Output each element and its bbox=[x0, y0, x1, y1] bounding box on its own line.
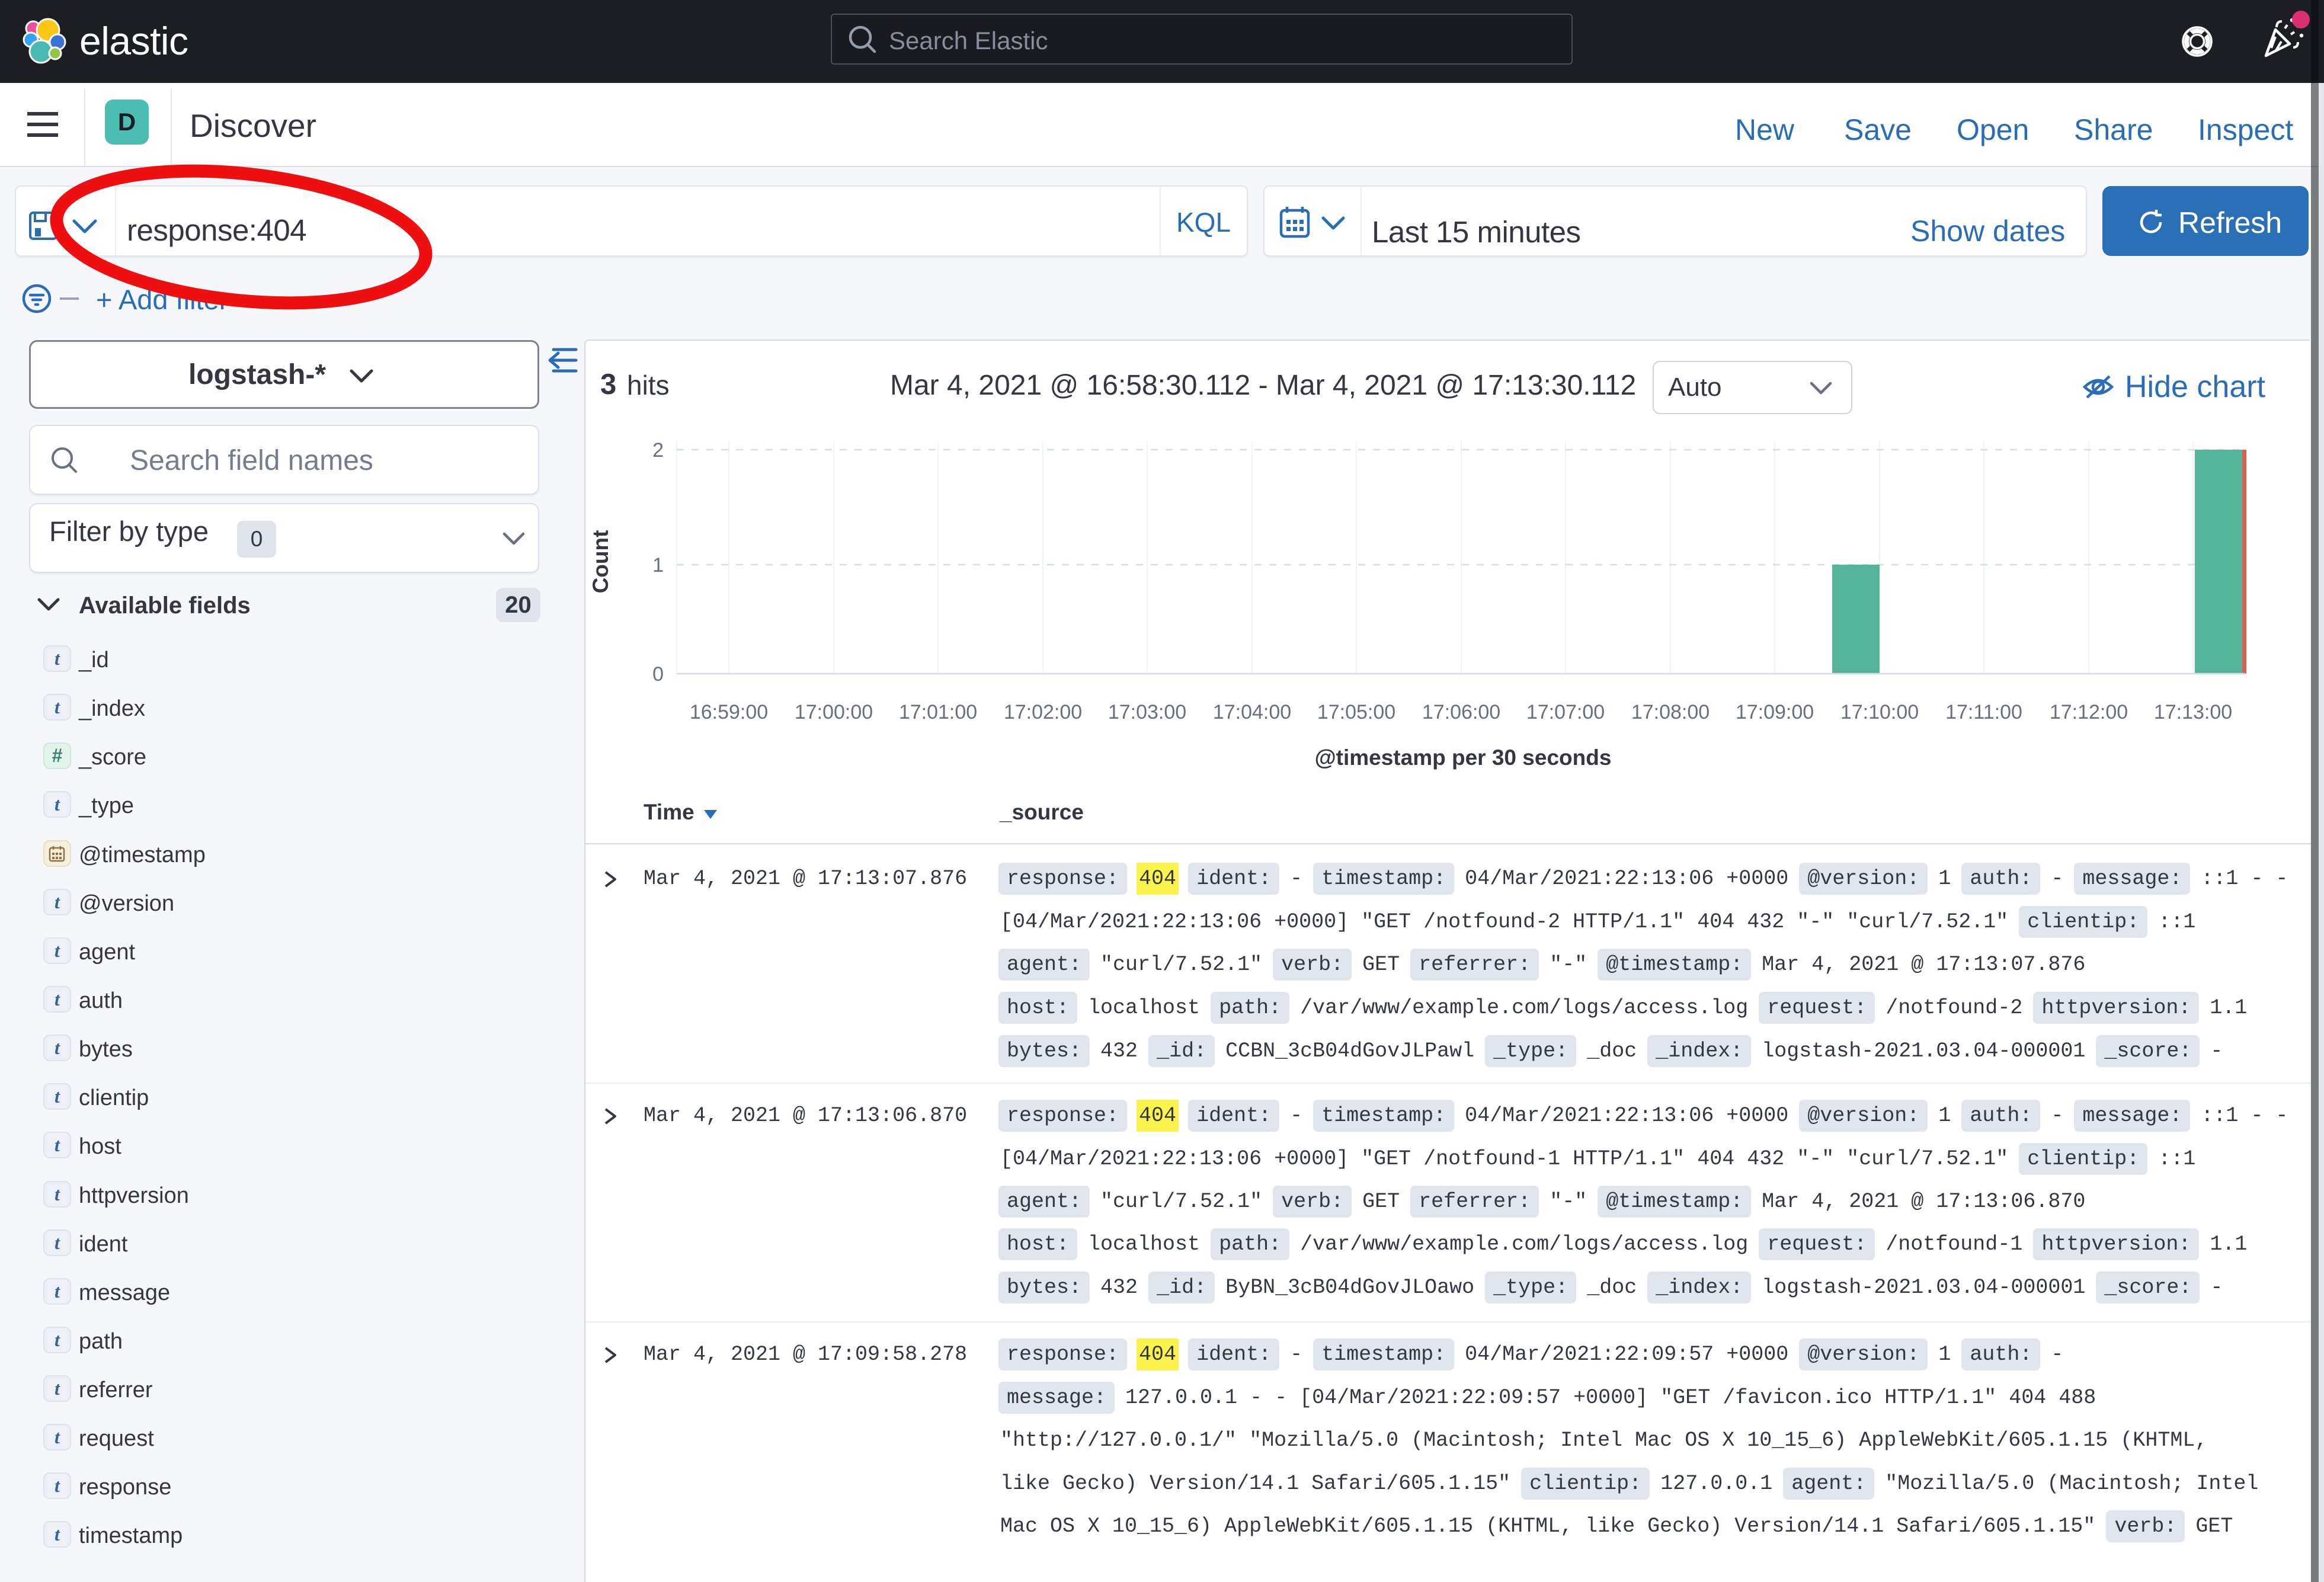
svg-text:2: 2 bbox=[652, 439, 664, 462]
svg-text:17:01:00: 17:01:00 bbox=[899, 701, 977, 723]
svg-text:@timestamp per 30 seconds: @timestamp per 30 seconds bbox=[1315, 745, 1612, 770]
svg-text:17:13:00: 17:13:00 bbox=[2154, 701, 2232, 723]
svg-text:17:06:00: 17:06:00 bbox=[1422, 701, 1500, 723]
svg-text:Count: Count bbox=[588, 530, 613, 594]
svg-text:17:04:00: 17:04:00 bbox=[1213, 701, 1291, 723]
svg-text:17:03:00: 17:03:00 bbox=[1108, 701, 1186, 723]
svg-text:17:11:00: 17:11:00 bbox=[1945, 701, 2022, 723]
svg-text:17:10:00: 17:10:00 bbox=[1840, 701, 1919, 723]
svg-text:17:07:00: 17:07:00 bbox=[1526, 701, 1605, 723]
svg-text:17:09:00: 17:09:00 bbox=[1736, 701, 1814, 723]
svg-text:17:08:00: 17:08:00 bbox=[1631, 701, 1710, 723]
svg-text:1: 1 bbox=[652, 554, 664, 577]
svg-text:17:05:00: 17:05:00 bbox=[1317, 701, 1395, 723]
svg-text:0: 0 bbox=[652, 663, 664, 686]
svg-text:17:02:00: 17:02:00 bbox=[1004, 701, 1082, 723]
svg-text:17:12:00: 17:12:00 bbox=[2050, 701, 2128, 723]
svg-text:16:59:00: 16:59:00 bbox=[690, 701, 768, 723]
svg-text:17:00:00: 17:00:00 bbox=[795, 701, 873, 723]
